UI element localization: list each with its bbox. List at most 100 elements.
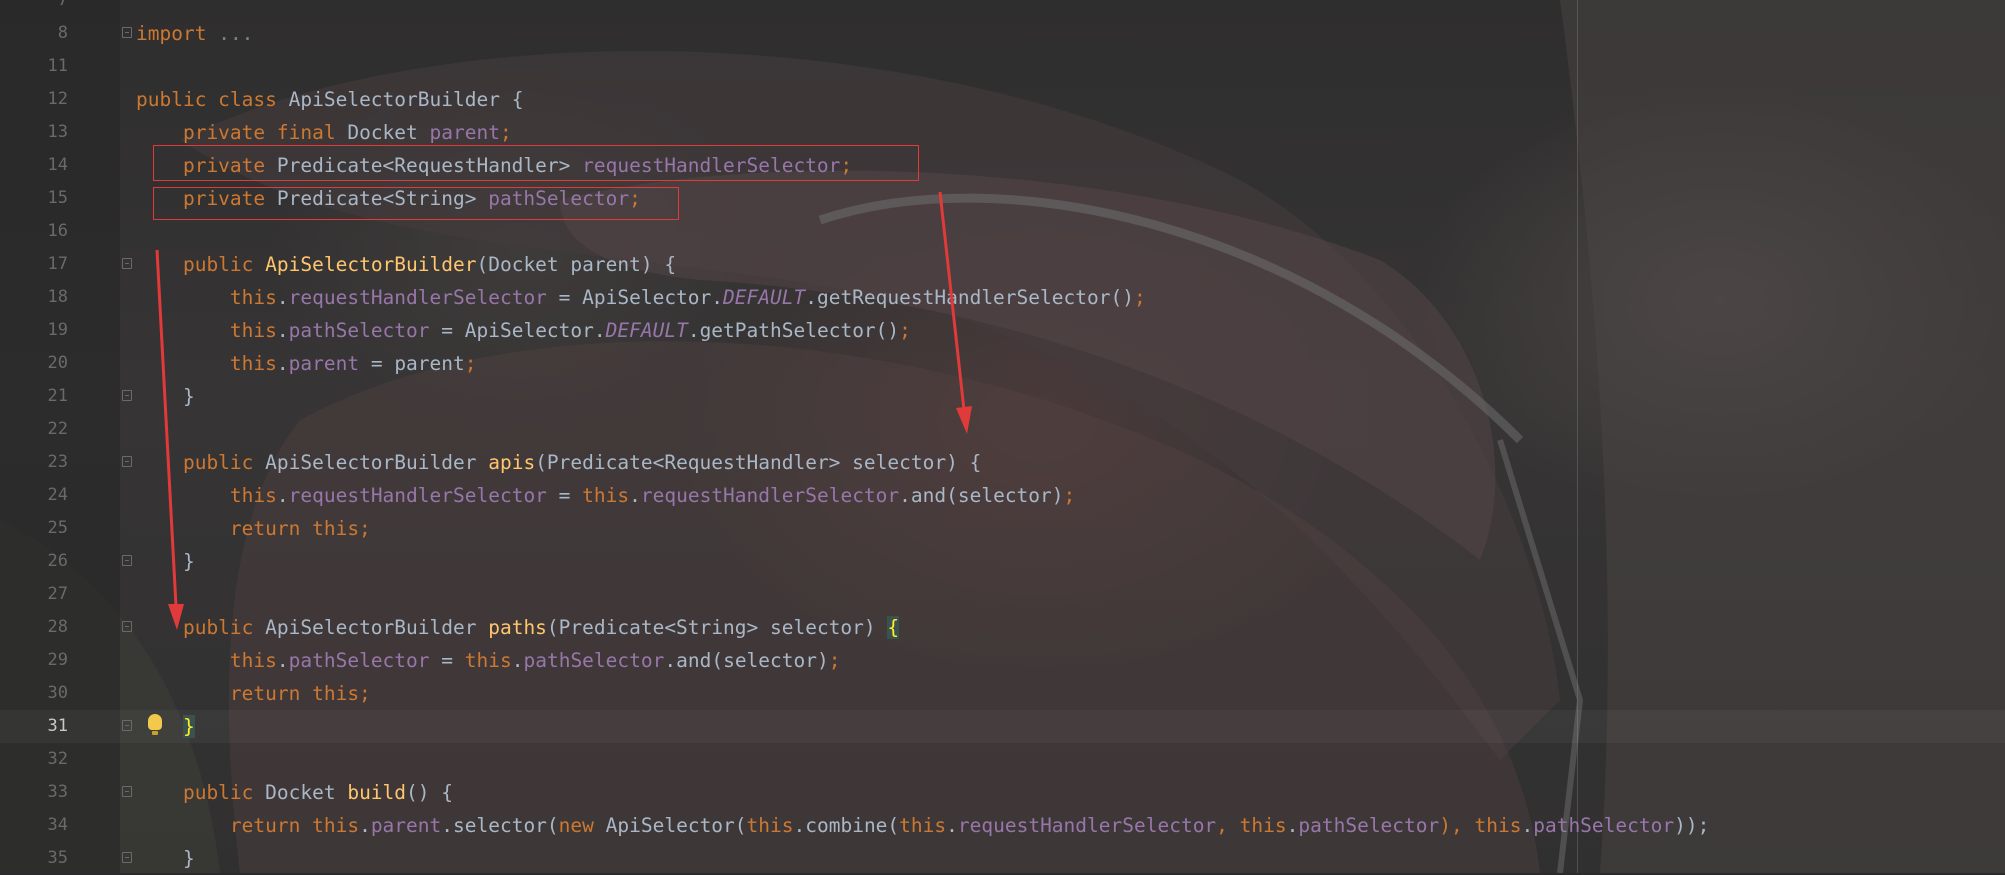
line-number[interactable]: 23 xyxy=(0,446,68,479)
line-number[interactable]: 19 xyxy=(0,314,68,347)
line-number[interactable]: 12 xyxy=(0,83,68,116)
code-text[interactable]: public ApiSelectorBuilder paths(Predicat… xyxy=(136,611,900,644)
code-token: import xyxy=(136,22,207,45)
code-line[interactable]: 24 this.requestHandlerSelector = this.re… xyxy=(0,479,2005,512)
code-line[interactable]: 27 xyxy=(0,578,2005,611)
highlight-box-request-handler-selector xyxy=(153,145,919,181)
code-line[interactable]: 25 return this; xyxy=(0,512,2005,545)
code-text[interactable]: return this; xyxy=(136,677,371,710)
code-text[interactable]: } xyxy=(136,710,195,743)
code-line[interactable]: 32 xyxy=(0,743,2005,776)
fold-toggle-icon[interactable] xyxy=(122,555,132,566)
code-token: = parent xyxy=(359,352,465,375)
line-number[interactable]: 24 xyxy=(0,479,68,512)
code-line[interactable]: 31 } xyxy=(0,710,2005,743)
code-line[interactable]: 28 public ApiSelectorBuilder paths(Predi… xyxy=(0,611,2005,644)
code-line[interactable]: 19 this.pathSelector = ApiSelector.DEFAU… xyxy=(0,314,2005,347)
line-number[interactable]: 31 xyxy=(0,710,68,743)
code-token: ApiSelectorBuilder xyxy=(265,253,477,276)
line-number[interactable]: 22 xyxy=(0,413,68,446)
code-line[interactable]: 22 xyxy=(0,413,2005,446)
code-text[interactable]: this.requestHandlerSelector = ApiSelecto… xyxy=(136,281,1146,314)
code-line[interactable]: 35 } xyxy=(0,842,2005,875)
line-number[interactable]: 18 xyxy=(0,281,68,314)
line-number[interactable]: 29 xyxy=(0,644,68,677)
fold-toggle-icon[interactable] xyxy=(122,786,132,797)
code-text[interactable]: this.parent = parent; xyxy=(136,347,477,380)
fold-toggle-icon[interactable] xyxy=(122,258,132,269)
code-token: this xyxy=(582,484,630,507)
line-number[interactable]: 35 xyxy=(0,842,68,875)
line-number[interactable]: 7 xyxy=(0,0,68,17)
code-token: .combine( xyxy=(793,814,900,837)
line-number[interactable]: 8 xyxy=(0,17,68,50)
line-number[interactable]: 17 xyxy=(0,248,68,281)
code-token: .and(selector) xyxy=(899,484,1064,507)
fold-toggle-icon[interactable] xyxy=(122,456,132,467)
line-number[interactable]: 26 xyxy=(0,545,68,578)
code-token: this xyxy=(136,649,277,672)
code-token: ApiSelectorBuilder xyxy=(253,451,489,474)
code-text[interactable]: public Docket build() { xyxy=(136,776,453,809)
fold-toggle-icon[interactable] xyxy=(122,27,132,38)
code-text[interactable]: import ... xyxy=(136,17,253,50)
code-text[interactable]: this.pathSelector = this.pathSelector.an… xyxy=(136,644,841,677)
line-number[interactable]: 15 xyxy=(0,182,68,215)
line-number[interactable]: 28 xyxy=(0,611,68,644)
line-number[interactable]: 30 xyxy=(0,677,68,710)
code-line[interactable]: 29 this.pathSelector = this.pathSelector… xyxy=(0,644,2005,677)
code-text[interactable]: public ApiSelectorBuilder apis(Predicate… xyxy=(136,446,981,479)
code-token: () { xyxy=(406,781,453,804)
fold-toggle-icon[interactable] xyxy=(122,621,132,632)
code-token: return this; xyxy=(136,517,371,540)
code-line[interactable]: 34 return this.parent.selector(new ApiSe… xyxy=(0,809,2005,842)
code-line[interactable]: 11 xyxy=(0,50,2005,83)
code-line[interactable]: 20 this.parent = parent; xyxy=(0,347,2005,380)
line-number[interactable]: 11 xyxy=(0,50,68,83)
code-editor[interactable]: 7 8 import ... 11 12 public class ApiSelector… xyxy=(0,0,2005,873)
line-number[interactable]: 33 xyxy=(0,776,68,809)
line-number[interactable]: 27 xyxy=(0,578,68,611)
code-line[interactable]: 21 } xyxy=(0,380,2005,413)
code-line[interactable]: 26 } xyxy=(0,545,2005,578)
code-text[interactable]: this.pathSelector = ApiSelector.DEFAULT.… xyxy=(136,314,911,347)
code-line[interactable]: 33 public Docket build() { xyxy=(0,776,2005,809)
highlight-box-path-selector xyxy=(153,187,679,220)
line-number[interactable]: 14 xyxy=(0,149,68,182)
fold-toggle-icon[interactable] xyxy=(122,852,132,863)
code-token: (Predicate<String> selector) xyxy=(546,616,888,639)
code-text[interactable]: return this; xyxy=(136,512,371,545)
code-token: , xyxy=(1216,814,1240,837)
fold-toggle-icon[interactable] xyxy=(122,720,132,731)
line-number[interactable]: 16 xyxy=(0,215,68,248)
fold-toggle-icon[interactable] xyxy=(122,390,132,401)
code-token: } xyxy=(182,715,195,738)
code-line[interactable]: 12 public class ApiSelectorBuilder { xyxy=(0,83,2005,116)
code-text[interactable]: return this.parent.selector(new ApiSelec… xyxy=(136,809,1709,842)
code-token: ApiSelectorBuilder { xyxy=(276,88,524,111)
code-line[interactable]: 8 import ... xyxy=(0,17,2005,50)
code-text[interactable]: } xyxy=(136,545,195,578)
code-line[interactable]: 17 public ApiSelectorBuilder(Docket pare… xyxy=(0,248,2005,281)
code-line[interactable]: 18 this.requestHandlerSelector = ApiSele… xyxy=(0,281,2005,314)
code-line[interactable]: 30 return this; xyxy=(0,677,2005,710)
code-text[interactable]: public class ApiSelectorBuilder { xyxy=(136,83,523,116)
line-number[interactable]: 20 xyxy=(0,347,68,380)
line-number[interactable]: 21 xyxy=(0,380,68,413)
code-token: parent xyxy=(288,352,360,375)
line-number[interactable]: 34 xyxy=(0,809,68,842)
line-number[interactable]: 13 xyxy=(0,116,68,149)
code-token: pathSelector xyxy=(1533,814,1675,837)
line-number[interactable]: 32 xyxy=(0,743,68,776)
code-token: new xyxy=(558,814,594,837)
code-text[interactable]: public ApiSelectorBuilder(Docket parent)… xyxy=(136,248,676,281)
code-text[interactable]: this.requestHandlerSelector = this.reque… xyxy=(136,479,1075,512)
line-number[interactable]: 25 xyxy=(0,512,68,545)
code-text[interactable]: } xyxy=(136,842,195,875)
code-text[interactable]: } xyxy=(136,380,195,413)
code-line[interactable]: 7 xyxy=(0,0,2005,17)
code-token: . xyxy=(511,649,524,672)
code-line[interactable]: 23 public ApiSelectorBuilder apis(Predic… xyxy=(0,446,2005,479)
code-token: public xyxy=(136,253,254,276)
code-token: this xyxy=(746,814,794,837)
